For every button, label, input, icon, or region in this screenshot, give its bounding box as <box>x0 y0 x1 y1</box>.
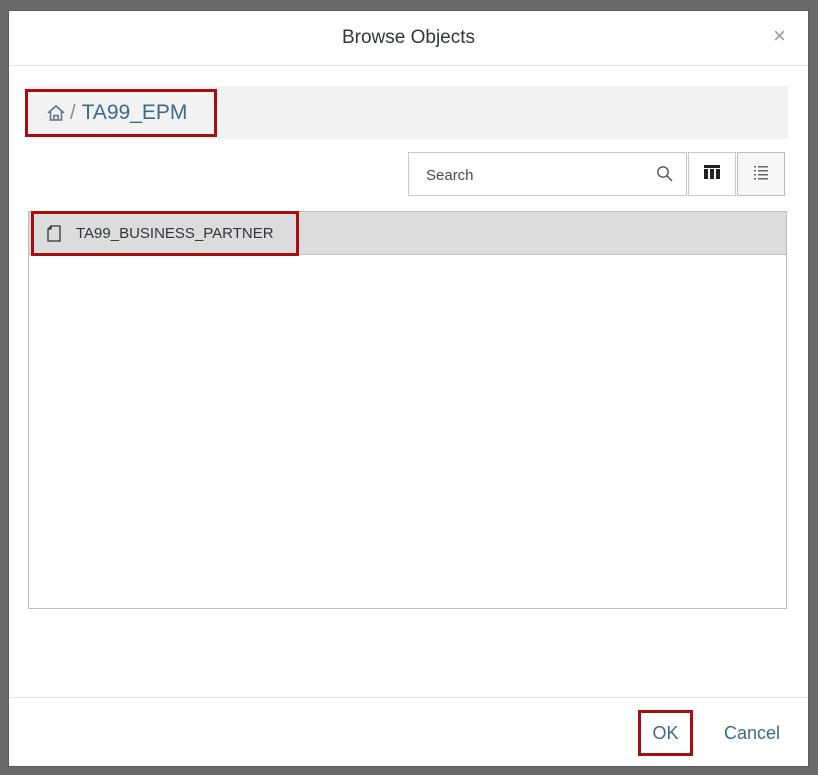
cancel-button[interactable]: Cancel <box>712 710 792 756</box>
list-item-label: TA99_BUSINESS_PARTNER <box>76 225 274 242</box>
search-icon[interactable] <box>656 165 674 183</box>
close-icon[interactable]: × <box>773 25 786 47</box>
ok-button[interactable]: OK <box>638 710 693 756</box>
search-input[interactable] <box>424 164 648 186</box>
breadcrumb-current[interactable]: TA99_EPM <box>82 101 188 125</box>
breadcrumb: / TA99_EPM <box>25 89 217 137</box>
list-view-button[interactable] <box>737 152 785 196</box>
dialog-header: Browse Objects × <box>9 11 808 66</box>
grid-view-icon <box>703 164 721 185</box>
dialog-footer: OK Cancel <box>9 697 808 766</box>
search-field <box>408 152 687 196</box>
grid-view-button[interactable] <box>688 152 736 196</box>
list-view-icon <box>753 164 769 185</box>
file-icon <box>47 225 61 242</box>
dialog-title: Browse Objects <box>341 27 476 48</box>
object-list <box>28 211 787 609</box>
list-item[interactable]: TA99_BUSINESS_PARTNER <box>31 211 299 256</box>
browse-objects-dialog: Browse Objects × / TA99_EPM Search TA99_… <box>9 11 808 766</box>
home-icon[interactable] <box>46 103 66 123</box>
breadcrumb-separator: / <box>70 101 76 124</box>
